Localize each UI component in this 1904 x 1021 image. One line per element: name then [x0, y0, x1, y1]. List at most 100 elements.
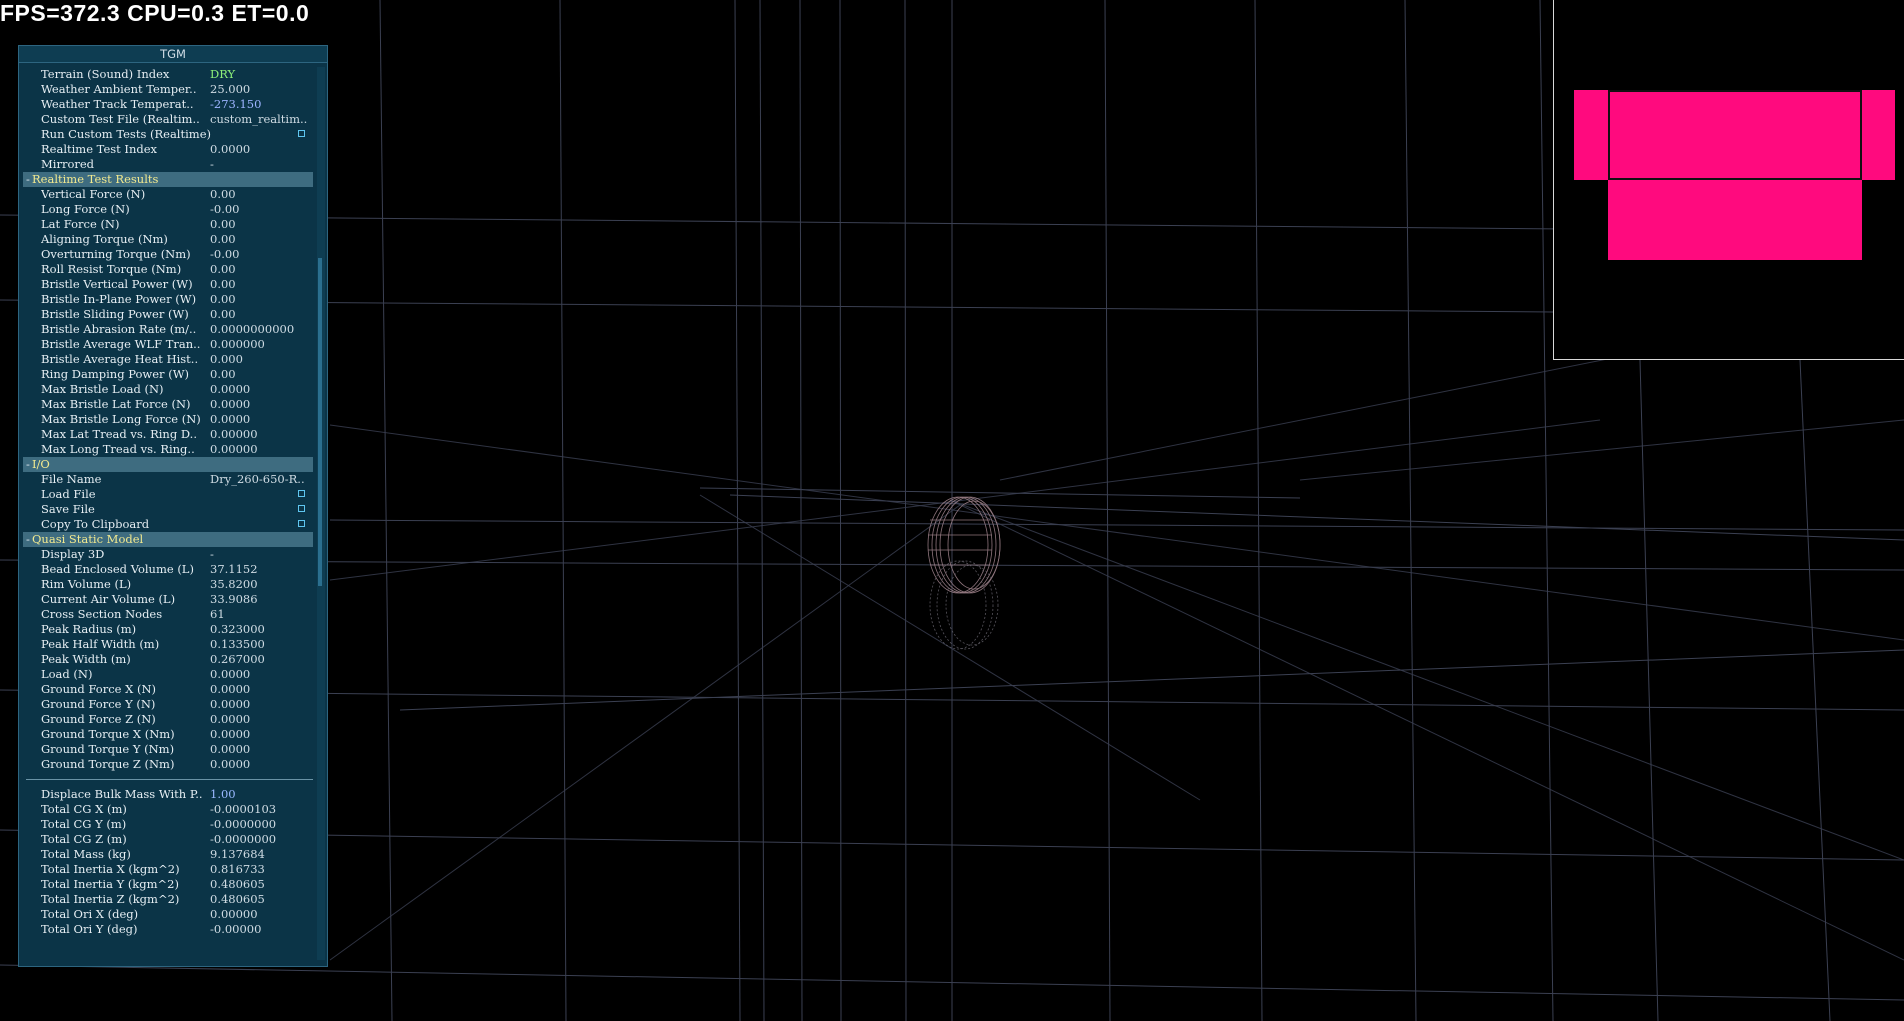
action-checkbox[interactable] [298, 505, 305, 512]
property-row-peak-width-m[interactable]: Peak Width (m) 0.267000 [23, 652, 313, 667]
property-value[interactable]: 61 [210, 607, 312, 622]
property-row-bristle-abrasion-rate-m[interactable]: Bristle Abrasion Rate (m/.. 0.0000000000 [23, 322, 313, 337]
property-value[interactable]: 0.00 [210, 277, 312, 292]
property-row-ground-torque-z-nm[interactable]: Ground Torque Z (Nm) 0.0000 [23, 757, 313, 772]
property-row-ground-torque-x-nm[interactable]: Ground Torque X (Nm) 0.0000 [23, 727, 313, 742]
property-row-max-bristle-load-n[interactable]: Max Bristle Load (N) 0.0000 [23, 382, 313, 397]
property-row-ground-force-z-n[interactable]: Ground Force Z (N) 0.0000 [23, 712, 313, 727]
property-row-peak-radius-m[interactable]: Peak Radius (m) 0.323000 [23, 622, 313, 637]
property-value[interactable]: 0.00 [210, 217, 312, 232]
tgm-properties-panel[interactable]: TGM Terrain (Sound) Index DRY Weather Ambi… [18, 45, 328, 967]
property-value[interactable]: 0.00 [210, 262, 312, 277]
property-row-total-cg-x-m[interactable]: Total CG X (m) -0.0000103 [23, 802, 313, 817]
property-row-custom-test-file-realtim[interactable]: Custom Test File (Realtim.. custom_realti… [23, 112, 313, 127]
scrollbar-thumb[interactable] [318, 258, 322, 586]
property-row-file-name[interactable]: File Name Dry_260-650-R.. [23, 472, 313, 487]
property-row-max-bristle-lat-force-n[interactable]: Max Bristle Lat Force (N) 0.0000 [23, 397, 313, 412]
property-row-copy-to-clipboard[interactable]: Copy To Clipboard [23, 517, 313, 532]
property-value[interactable]: 0.0000000000 [210, 322, 312, 337]
property-row-bristle-in-plane-power-w[interactable]: Bristle In-Plane Power (W) 0.00 [23, 292, 313, 307]
action-checkbox[interactable] [298, 130, 305, 137]
property-row-total-inertia-z-kgm-2[interactable]: Total Inertia Z (kgm^2) 0.480605 [23, 892, 313, 907]
property-row-total-mass-kg[interactable]: Total Mass (kg) 9.137684 [23, 847, 313, 862]
property-row-total-cg-z-m[interactable]: Total CG Z (m) -0.0000000 [23, 832, 313, 847]
property-value[interactable]: 0.133500 [210, 637, 312, 652]
property-row-total-cg-y-m[interactable]: Total CG Y (m) -0.0000000 [23, 817, 313, 832]
property-row-rim-volume-l[interactable]: Rim Volume (L) 35.8200 [23, 577, 313, 592]
property-row-save-file[interactable]: Save File [23, 502, 313, 517]
property-row-realtime-test-index[interactable]: Realtime Test Index 0.0000 [23, 142, 313, 157]
property-row-max-long-tread-vs-ring[interactable]: Max Long Tread vs. Ring.. 0.00000 [23, 442, 313, 457]
property-row-total-inertia-x-kgm-2[interactable]: Total Inertia X (kgm^2) 0.816733 [23, 862, 313, 877]
property-value[interactable]: 0.323000 [210, 622, 312, 637]
property-value[interactable]: 0.00 [210, 367, 312, 382]
property-value[interactable]: 0.00 [210, 307, 312, 322]
property-row-weather-track-temperat[interactable]: Weather Track Temperat.. -273.150 [23, 97, 313, 112]
property-value[interactable]: -0.0000000 [210, 832, 312, 847]
collapse-toggle-icon[interactable]: - [26, 172, 30, 187]
section-header-i-o[interactable]: - I/O [23, 457, 313, 472]
property-row-bristle-sliding-power-w[interactable]: Bristle Sliding Power (W) 0.00 [23, 307, 313, 322]
property-row-bristle-vertical-power-w[interactable]: Bristle Vertical Power (W) 0.00 [23, 277, 313, 292]
property-row-peak-half-width-m[interactable]: Peak Half Width (m) 0.133500 [23, 637, 313, 652]
property-value[interactable]: 1.00 [210, 787, 312, 802]
property-value[interactable]: 0.0000 [210, 397, 312, 412]
property-row-ground-torque-y-nm[interactable]: Ground Torque Y (Nm) 0.0000 [23, 742, 313, 757]
property-value[interactable]: -0.0000000 [210, 817, 312, 832]
property-value[interactable]: 0.0000 [210, 727, 312, 742]
property-value[interactable]: DRY [210, 67, 312, 82]
property-row-total-ori-y-deg[interactable]: Total Ori Y (deg) -0.00000 [23, 922, 313, 937]
property-value[interactable]: 0.0000 [210, 697, 312, 712]
property-value[interactable]: 33.9086 [210, 592, 312, 607]
collapse-toggle-icon[interactable]: - [26, 457, 30, 472]
property-row-ring-damping-power-w[interactable]: Ring Damping Power (W) 0.00 [23, 367, 313, 382]
property-row-run-custom-tests-realtime[interactable]: Run Custom Tests (Realtime) [23, 127, 313, 142]
section-header-realtime-test-results[interactable]: - Realtime Test Results [23, 172, 313, 187]
property-row-max-lat-tread-vs-ring-d[interactable]: Max Lat Tread vs. Ring D.. 0.00000 [23, 427, 313, 442]
property-row-bristle-average-heat-hist[interactable]: Bristle Average Heat Hist.. 0.000 [23, 352, 313, 367]
property-value[interactable]: 35.8200 [210, 577, 312, 592]
property-row-mirrored[interactable]: Mirrored - [23, 157, 313, 172]
section-header-quasi-static-model[interactable]: - Quasi Static Model [23, 532, 313, 547]
property-row-ground-force-x-n[interactable]: Ground Force X (N) 0.0000 [23, 682, 313, 697]
action-checkbox[interactable] [298, 490, 305, 497]
preview-viewport[interactable] [1553, 0, 1904, 360]
property-value[interactable]: 0.0000 [210, 667, 312, 682]
property-value[interactable]: 0.00000 [210, 427, 312, 442]
property-row-total-inertia-y-kgm-2[interactable]: Total Inertia Y (kgm^2) 0.480605 [23, 877, 313, 892]
property-row-overturning-torque-nm[interactable]: Overturning Torque (Nm) -0.00 [23, 247, 313, 262]
property-value[interactable]: Dry_260-650-R.. [210, 472, 312, 487]
property-row-load-file[interactable]: Load File [23, 487, 313, 502]
property-value[interactable]: -0.0000103 [210, 802, 312, 817]
property-value[interactable]: 0.00 [210, 292, 312, 307]
property-value[interactable]: 37.1152 [210, 562, 312, 577]
property-value[interactable]: 0.0000 [210, 742, 312, 757]
property-row-roll-resist-torque-nm[interactable]: Roll Resist Torque (Nm) 0.00 [23, 262, 313, 277]
collapse-toggle-icon[interactable]: - [26, 532, 30, 547]
property-value[interactable]: 0.00 [210, 187, 312, 202]
property-value[interactable]: 0.0000 [210, 682, 312, 697]
property-value[interactable]: 9.137684 [210, 847, 312, 862]
property-row-current-air-volume-l[interactable]: Current Air Volume (L) 33.9086 [23, 592, 313, 607]
property-value[interactable]: 25.000 [210, 82, 312, 97]
property-value[interactable]: 0.267000 [210, 652, 312, 667]
property-value[interactable]: 0.0000 [210, 412, 312, 427]
property-value[interactable]: 0.0000 [210, 382, 312, 397]
property-value[interactable]: 0.0000 [210, 712, 312, 727]
property-value[interactable]: 0.0000 [210, 757, 312, 772]
property-value[interactable]: -0.00 [210, 202, 312, 217]
property-value[interactable]: custom_realtim.. [210, 112, 312, 127]
property-row-vertical-force-n[interactable]: Vertical Force (N) 0.00 [23, 187, 313, 202]
property-row-bead-enclosed-volume-l[interactable]: Bead Enclosed Volume (L) 37.1152 [23, 562, 313, 577]
property-row-bristle-average-wlf-tran[interactable]: Bristle Average WLF Tran.. 0.000000 [23, 337, 313, 352]
property-value[interactable]: -0.00000 [210, 922, 312, 937]
property-row-ground-force-y-n[interactable]: Ground Force Y (N) 0.0000 [23, 697, 313, 712]
property-value[interactable]: 0.816733 [210, 862, 312, 877]
property-row-displace-bulk-mass-with-p[interactable]: Displace Bulk Mass With P.. 1.00 [23, 787, 313, 802]
property-value[interactable]: -0.00 [210, 247, 312, 262]
property-row-cross-section-nodes[interactable]: Cross Section Nodes 61 [23, 607, 313, 622]
property-row-aligning-torque-nm[interactable]: Aligning Torque (Nm) 0.00 [23, 232, 313, 247]
property-row-load-n[interactable]: Load (N) 0.0000 [23, 667, 313, 682]
property-value[interactable]: 0.000000 [210, 337, 312, 352]
property-value[interactable]: 0.0000 [210, 142, 312, 157]
